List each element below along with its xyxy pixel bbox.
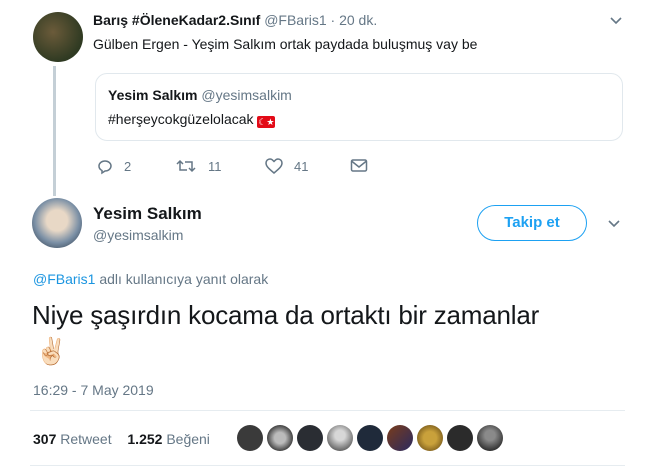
liker-avatar[interactable] bbox=[327, 425, 353, 451]
time-ago[interactable]: 20 dk. bbox=[339, 12, 377, 28]
quoted-text-row: #herşeycokgüzelolacak ☾★ 🇹🇷 bbox=[108, 111, 276, 128]
reply-header: Barış #ÖleneKadar2.Sınıf @FBaris1 · 20 d… bbox=[93, 12, 377, 28]
like-icon[interactable] bbox=[264, 157, 284, 180]
timestamp[interactable]: 16:29 - 7 May 2019 bbox=[33, 382, 154, 398]
dm-icon[interactable] bbox=[350, 158, 368, 179]
quoted-display-name: Yesim Salkım bbox=[108, 87, 198, 103]
liker-avatar[interactable] bbox=[267, 425, 293, 451]
avatar[interactable] bbox=[33, 12, 83, 62]
quoted-handle: @yesimsalkim bbox=[201, 87, 292, 103]
liker-avatar[interactable] bbox=[477, 425, 503, 451]
display-name[interactable]: Yesim Salkım bbox=[93, 204, 202, 224]
quoted-header: Yesim Salkım @yesimsalkim bbox=[108, 87, 292, 103]
like-stat-count[interactable]: 1.252 bbox=[127, 431, 162, 447]
action-bar: 2 11 41 bbox=[96, 157, 386, 177]
retweet-icon[interactable] bbox=[176, 157, 196, 180]
handle[interactable]: @FBaris1 bbox=[264, 12, 326, 28]
stats-row: 307 Retweet 1.252 Beğeni bbox=[33, 431, 210, 447]
reply-context: @FBaris1 adlı kullanıcıya yanıt olarak bbox=[33, 271, 268, 287]
liker-avatar[interactable] bbox=[417, 425, 443, 451]
retweet-stat-label[interactable]: Retweet bbox=[60, 431, 111, 447]
handle[interactable]: @yesimsalkim bbox=[93, 227, 183, 243]
retweet-stat-count[interactable]: 307 bbox=[33, 431, 56, 447]
avatar[interactable] bbox=[32, 198, 82, 248]
follow-button[interactable]: Takip et bbox=[477, 205, 587, 241]
reply-to-suffix: adlı kullanıcıya yanıt olarak bbox=[99, 271, 269, 287]
thread-line bbox=[53, 66, 56, 196]
retweet-count: 11 bbox=[208, 159, 222, 174]
reply-to-handle[interactable]: @FBaris1 bbox=[33, 271, 95, 287]
flag-icon: ☾★ bbox=[257, 116, 276, 128]
separator: · bbox=[330, 12, 336, 28]
display-name[interactable]: Barış #ÖleneKadar2.Sınıf bbox=[93, 12, 260, 28]
liker-avatar[interactable] bbox=[387, 425, 413, 451]
tweet-text: Gülben Ergen - Yeşim Salkım ortak paydad… bbox=[93, 36, 478, 52]
liker-avatar[interactable] bbox=[237, 425, 263, 451]
like-count: 41 bbox=[294, 159, 309, 174]
liker-avatar[interactable] bbox=[297, 425, 323, 451]
reply-icon[interactable] bbox=[96, 157, 114, 180]
chevron-down-icon[interactable] bbox=[606, 215, 622, 231]
divider bbox=[30, 410, 625, 411]
reply-count: 2 bbox=[124, 159, 132, 174]
liker-avatar[interactable] bbox=[357, 425, 383, 451]
like-stat-label[interactable]: Beğeni bbox=[166, 431, 210, 447]
quoted-tweet[interactable]: Yesim Salkım @yesimsalkim #herşeycokgüze… bbox=[95, 73, 623, 141]
tweet-text: Niye şaşırdın kocama da ortaktı bir zama… bbox=[32, 300, 540, 330]
liker-avatar[interactable] bbox=[447, 425, 473, 451]
chevron-down-icon[interactable] bbox=[608, 12, 624, 28]
divider bbox=[30, 465, 625, 466]
victory-hand-emoji: ✌🏻 bbox=[35, 336, 68, 366]
quoted-text: #herşeycokgüzelolacak bbox=[108, 111, 254, 127]
